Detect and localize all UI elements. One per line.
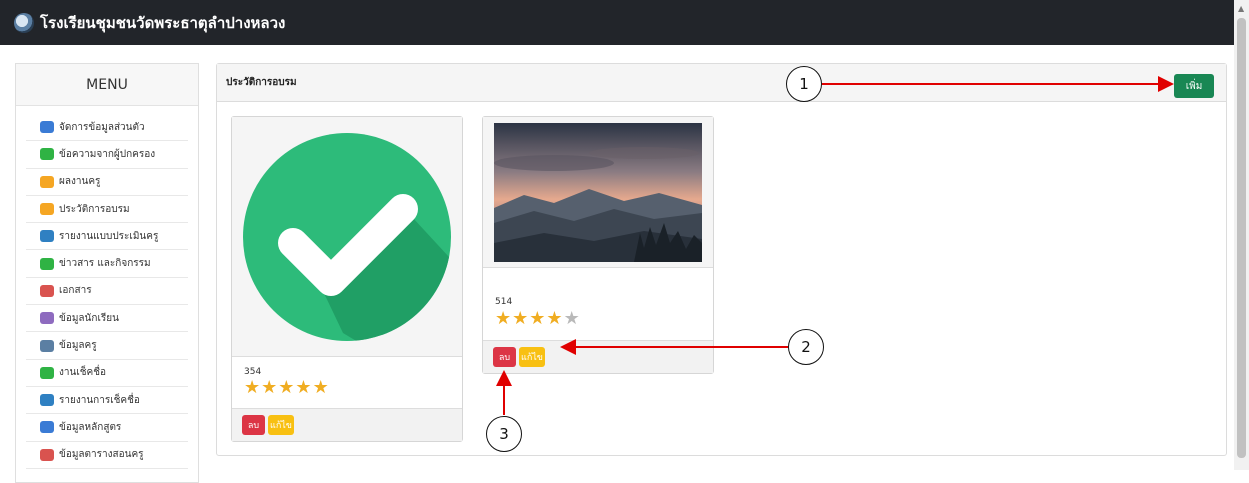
card-number: 514 [495, 297, 513, 307]
sidebar-item[interactable]: รายงานแบบประเมินครู [26, 223, 188, 251]
document-icon [40, 284, 54, 297]
delete-button[interactable]: ลบ [493, 347, 516, 367]
card-actions: ลบ แก้ไข [483, 340, 713, 373]
annotation-callout-2: 2 [788, 329, 824, 365]
teacher-icon [40, 339, 54, 352]
check-circle-image [243, 132, 451, 341]
sidebar-item[interactable]: รายงานการเช็คชื่อ [26, 387, 188, 415]
sidebar-item[interactable]: จัดการข้อมูลส่วนตัว [26, 114, 188, 142]
star-filled-icon: ★ [312, 377, 329, 398]
scroll-up-icon[interactable]: ▲ [1238, 4, 1244, 13]
school-logo-icon [14, 12, 34, 33]
report-icon [40, 394, 54, 407]
training-card: 354 ★ ★ ★ ★ ★ ลบ แก้ไข [231, 116, 463, 442]
report-icon [40, 230, 54, 243]
add-button[interactable]: เพิ่ม [1174, 74, 1214, 98]
card-number: 354 [244, 367, 262, 377]
menu-list: จัดการข้อมูลส่วนตัวข้อความจากผู้ปกครองผล… [16, 106, 198, 469]
sidebar-item[interactable]: งานเช็คชื่อ [26, 360, 188, 387]
star-icon [40, 175, 54, 188]
training-card: 514 ★ ★ ★ ★ ★ ลบ แก้ไข [482, 116, 714, 374]
calendar-icon [40, 421, 54, 434]
star-icon [40, 203, 54, 216]
star-filled-icon: ★ [244, 377, 261, 398]
sidebar-item-label: ประวัติการอบรม [59, 203, 130, 215]
mountain-sunset-photo [494, 122, 702, 262]
annotation-callout-3: 3 [486, 416, 522, 452]
sidebar-item-label: ข้อมูลนักเรียน [59, 312, 119, 324]
calendar-icon [40, 448, 54, 461]
sidebar-item[interactable]: ข่าวสาร และกิจกรรม [26, 250, 188, 278]
card-image-area [232, 117, 462, 357]
chat-icon [40, 148, 54, 161]
sidebar-item-label: ข้อมูลครู [59, 340, 97, 352]
sidebar-item-label: ข้อมูลตารางสอนครู [59, 449, 144, 461]
id-card-icon [40, 121, 54, 134]
sidebar-item[interactable]: ข้อมูลตารางสอนครู [26, 442, 188, 469]
star-filled-icon: ★ [261, 377, 278, 398]
sidebar-item-label: ผลงานครู [59, 176, 101, 188]
scrollbar-thumb[interactable] [1237, 18, 1246, 458]
card-image-area [483, 117, 713, 268]
star-empty-icon: ★ [563, 308, 580, 329]
annotation-callout-1: 1 [786, 66, 822, 102]
sidebar-item-label: ข้อมูลหลักสูตร [59, 421, 122, 433]
sidebar-item[interactable]: ข้อมูลครู [26, 332, 188, 360]
sidebar-item-label: เอกสาร [59, 285, 92, 297]
sidebar-menu: MENU จัดการข้อมูลส่วนตัวข้อความจากผู้ปกค… [15, 63, 199, 483]
star-filled-icon: ★ [278, 377, 295, 398]
top-navbar: โรงเรียนชุมชนวัดพระธาตุลำปางหลวง [0, 0, 1234, 45]
sidebar-item-label: จัดการข้อมูลส่วนตัว [59, 121, 145, 133]
edit-button[interactable]: แก้ไข [268, 415, 294, 435]
star-rating: ★ ★ ★ ★ ★ [495, 310, 580, 328]
delete-button[interactable]: ลบ [242, 415, 265, 435]
sidebar-item[interactable]: ข้อมูลหลักสูตร [26, 414, 188, 442]
sidebar-item-label: ข่าวสาร และกิจกรรม [59, 258, 151, 270]
sidebar-item-label: งานเช็คชื่อ [59, 367, 107, 379]
sidebar-item-label: ข้อความจากผู้ปกครอง [59, 148, 156, 160]
star-filled-icon: ★ [546, 308, 563, 329]
sidebar-item[interactable]: ประวัติการอบรม [26, 196, 188, 224]
star-filled-icon: ★ [495, 308, 512, 329]
star-filled-icon: ★ [295, 377, 312, 398]
star-rating: ★ ★ ★ ★ ★ [244, 379, 329, 397]
sidebar-item[interactable]: ข้อความจากผู้ปกครอง [26, 141, 188, 169]
menu-title: MENU [16, 64, 198, 106]
page-scrollbar[interactable]: ▲ [1234, 0, 1249, 470]
sidebar-item[interactable]: ข้อมูลนักเรียน [26, 305, 188, 333]
student-icon [40, 312, 54, 325]
sidebar-item-label: รายงานแบบประเมินครู [59, 230, 159, 242]
sidebar-item-label: รายงานการเช็คชื่อ [59, 394, 140, 406]
panel-title: ประวัติการอบรม [217, 64, 1226, 102]
star-filled-icon: ★ [529, 308, 546, 329]
edit-button[interactable]: แก้ไข [519, 347, 545, 367]
site-title[interactable]: โรงเรียนชุมชนวัดพระธาตุลำปางหลวง [40, 11, 285, 35]
sidebar-item[interactable]: เอกสาร [26, 278, 188, 306]
sidebar-item[interactable]: ผลงานครู [26, 169, 188, 196]
chat-icon [40, 257, 54, 270]
card-actions: ลบ แก้ไข [232, 408, 462, 441]
star-filled-icon: ★ [512, 308, 529, 329]
check-icon [40, 366, 54, 379]
training-history-panel: ประวัติการอบรม เพิ่ม 354 ★ ★ ★ ★ ★ ลบ แก้ไข [216, 63, 1227, 456]
